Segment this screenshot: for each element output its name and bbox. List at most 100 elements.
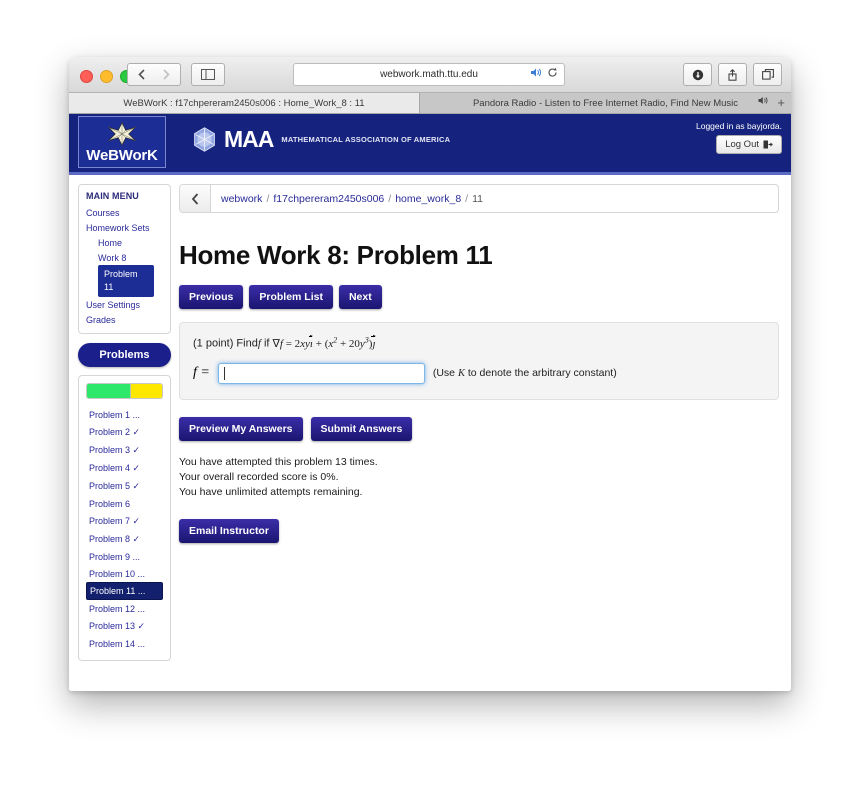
reload-icon[interactable]: [547, 67, 558, 78]
login-status: Logged in as bayjorda. Log Out: [696, 121, 782, 154]
breadcrumb: webwork / f17chpereram2450s006 / home_wo…: [179, 184, 779, 213]
breadcrumb-item-set[interactable]: home_work_8: [395, 193, 461, 205]
submit-answers-button[interactable]: Submit Answers: [310, 416, 413, 441]
text-caret: [223, 366, 225, 380]
page-body: MAIN MENU Courses Homework Sets Home Wor…: [69, 175, 791, 691]
problem-list-button[interactable]: Problem List: [249, 285, 333, 309]
maa-globe-icon: [194, 127, 215, 152]
screenshot-root: webwork.math.ttu.edu WeBWorK: f17chpere…: [0, 0, 860, 797]
list-item[interactable]: Problem 5 ✓: [86, 477, 163, 495]
main-menu-title: MAIN MENU: [86, 191, 139, 201]
status-messages: You have attempted this problem 13 times…: [179, 455, 779, 500]
answer-hint: (Use K to denote the arbitrary constant): [432, 367, 617, 380]
next-button[interactable]: Next: [338, 285, 382, 309]
list-item[interactable]: Problem 12 ...: [86, 600, 163, 617]
tab-overview-icon: [761, 69, 774, 80]
list-item[interactable]: Problem 13 ✓: [86, 617, 163, 635]
answer-input[interactable]: [217, 362, 425, 384]
minimize-window-button[interactable]: [100, 70, 113, 83]
list-item[interactable]: Problem 6: [86, 495, 163, 512]
sidebar: MAIN MENU Courses Homework Sets Home Wor…: [69, 175, 171, 691]
list-item[interactable]: Problem 9 ...: [86, 548, 163, 565]
chevron-left-icon: [138, 69, 145, 80]
downloads-button[interactable]: [683, 63, 712, 86]
answer-row: f = (Use K to denote the arbitrary const…: [193, 362, 765, 384]
problem-statement: (1 point) Findf if ∇f = 2xy ı + (x2 + 20y…: [193, 335, 376, 350]
list-item[interactable]: Problem 8 ✓: [86, 530, 163, 548]
breadcrumb-separator: /: [266, 192, 270, 205]
logout-icon: [763, 140, 773, 149]
logged-in-text: Logged in as bayjorda.: [695, 121, 782, 131]
breadcrumb-separator: /: [388, 192, 392, 205]
breadcrumb-back-button[interactable]: [180, 185, 211, 212]
sidebar-item-problem-11[interactable]: Problem 11: [98, 265, 154, 297]
forward-button[interactable]: [153, 63, 181, 86]
progress-attempted-segment: [130, 384, 162, 398]
share-button[interactable]: [718, 63, 747, 86]
new-tab-button[interactable]: +: [777, 94, 785, 112]
status-score: Your overall recorded score is 0%.: [179, 470, 339, 483]
toolbar-right-buttons: [683, 63, 782, 86]
breadcrumb-item-course[interactable]: f17chpereram2450s006: [273, 193, 384, 205]
address-bar-icons: [530, 67, 558, 78]
problems-button[interactable]: Problems: [78, 343, 171, 367]
answer-action-buttons: Preview My Answers Submit Answers: [179, 416, 779, 441]
list-item[interactable]: Problem 4 ✓: [86, 459, 163, 477]
sidebar-item-problem-11-wrap: Problem 11: [86, 265, 163, 297]
previous-button[interactable]: Previous: [179, 285, 244, 309]
problem-list-panel: Problem 1 ... Problem 2 ✓ Problem 3 ✓ Pr…: [78, 375, 171, 661]
problem-prompt-if: if: [263, 337, 270, 350]
breadcrumb-item-webwork[interactable]: webwork: [221, 193, 262, 205]
problem-panel: (1 point) Findf if ∇f = 2xy ı + (x2 + 20y…: [179, 322, 779, 400]
sidebar-item-work-8[interactable]: Work 8: [86, 250, 163, 265]
tab-overview-button[interactable]: [753, 63, 782, 86]
log-out-label: Log Out: [725, 139, 759, 150]
url-text: webwork.math.ttu.edu: [380, 69, 478, 80]
maa-title: MAA: [224, 126, 274, 152]
list-item[interactable]: Problem 1 ...: [86, 406, 163, 423]
list-item[interactable]: Problem 7 ✓: [86, 512, 163, 530]
webwork-wordmark: WeBWorK: [86, 147, 158, 164]
sidebar-toggle-icon: [201, 69, 215, 80]
list-item-current[interactable]: Problem 11 ...: [86, 582, 163, 600]
tab-audio-icon[interactable]: [758, 96, 769, 107]
list-item[interactable]: Problem 3 ✓: [86, 441, 163, 459]
breadcrumb-separator: /: [465, 192, 469, 205]
back-button[interactable]: [127, 63, 156, 86]
list-item[interactable]: Problem 14 ...: [86, 635, 163, 652]
status-remaining: You have unlimited attempts remaining.: [179, 485, 363, 498]
status-attempts: You have attempted this problem 13 times…: [179, 455, 378, 468]
page-title: Home Work 8: Problem 11: [179, 240, 493, 270]
answer-label: f =: [193, 365, 210, 381]
sidebar-item-home[interactable]: Home: [86, 235, 163, 250]
speaker-icon[interactable]: [530, 67, 542, 78]
log-out-button[interactable]: Log Out: [716, 135, 782, 154]
tab-pandora[interactable]: Pandora Radio - Listen to Free Internet …: [419, 93, 791, 113]
email-instructor-button[interactable]: Email Instructor: [179, 518, 279, 543]
preview-answers-button[interactable]: Preview My Answers: [179, 416, 303, 441]
sidebar-item-homework-sets[interactable]: Homework Sets: [86, 220, 163, 235]
breadcrumb-item-problem: 11: [472, 192, 483, 205]
address-bar[interactable]: webwork.math.ttu.edu: [293, 63, 565, 86]
browser-toolbar: webwork.math.ttu.edu: [69, 57, 791, 93]
chevron-left-icon: [191, 192, 199, 205]
close-window-button[interactable]: [80, 70, 93, 83]
breadcrumb-items: webwork / f17chpereram2450s006 / home_wo…: [211, 185, 483, 212]
sidebar-item-grades[interactable]: Grades: [86, 312, 163, 327]
list-item[interactable]: Problem 10 ...: [86, 565, 163, 582]
progress-correct-segment: [87, 384, 131, 398]
sidebar-item-user-settings[interactable]: User Settings: [86, 297, 163, 312]
maa-logo: MAA MATHEMATICAL ASSOCIATION OF AMERICA: [191, 126, 450, 153]
list-item[interactable]: Problem 2 ✓: [86, 423, 163, 441]
problem-prompt: Find: [236, 337, 258, 350]
main-menu-panel: MAIN MENU Courses Homework Sets Home Wor…: [78, 184, 171, 334]
webwork-logo[interactable]: WeBWorK: [78, 116, 166, 168]
tab-title: Pandora Radio - Listen to Free Internet …: [472, 97, 739, 109]
problem-points: (1 point): [193, 337, 234, 350]
tab-webwork[interactable]: WeBWorK : f17chpereram2450s006 : Home_Wo…: [69, 93, 419, 113]
sidebar-toggle-button[interactable]: [191, 63, 225, 86]
speaker-icon: [758, 97, 768, 104]
sidebar-item-courses[interactable]: Courses: [86, 205, 163, 220]
maa-subtitle: MATHEMATICAL ASSOCIATION OF AMERICA: [281, 135, 451, 144]
problem-nav-buttons: Previous Problem List Next: [179, 285, 779, 309]
